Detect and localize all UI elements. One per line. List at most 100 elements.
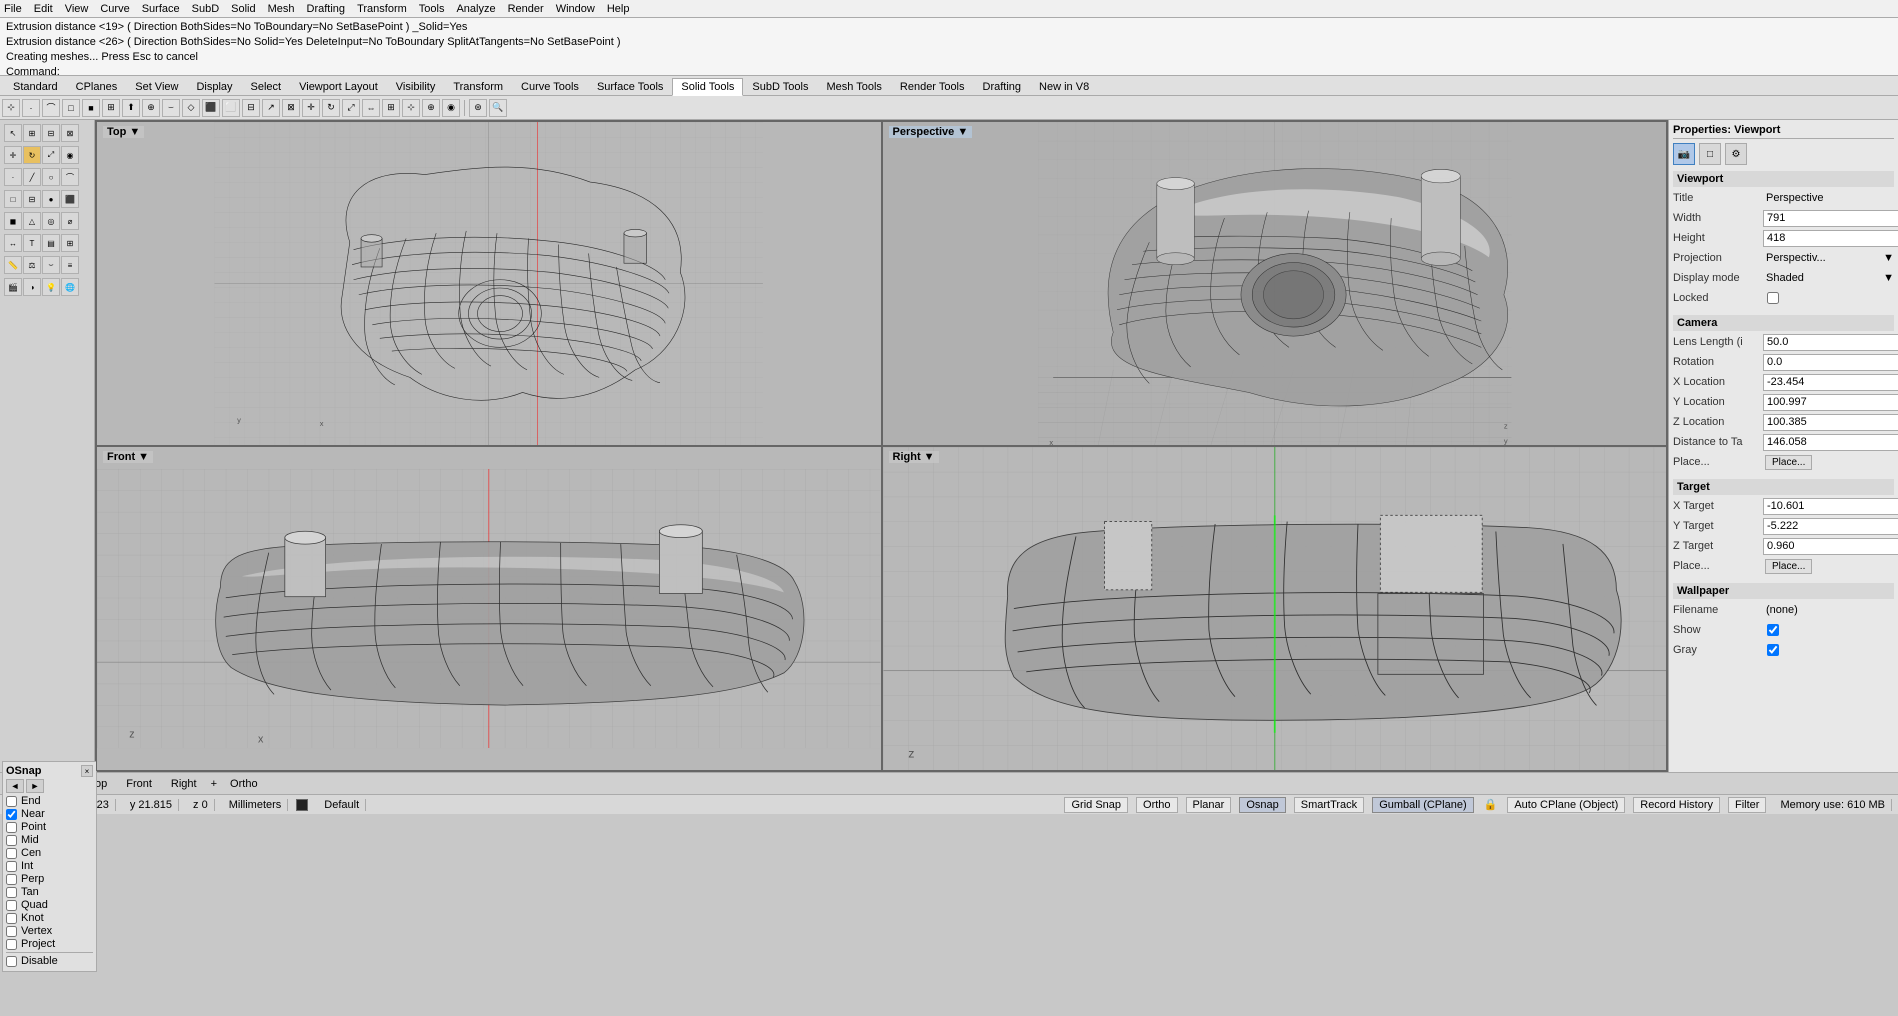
tb-snap[interactable]: ⊹ [402, 99, 420, 117]
mass-props-btn[interactable]: ⚖ [23, 256, 41, 274]
cam-icon-camera[interactable]: 📷 [1673, 143, 1695, 165]
osnap-close-btn[interactable]: × [81, 765, 93, 777]
point-btn[interactable]: · [4, 168, 22, 186]
measure-btn[interactable]: 📏 [4, 256, 22, 274]
menu-view[interactable]: View [65, 3, 89, 15]
osnap-int-check[interactable] [6, 861, 17, 872]
tb-boolean[interactable]: ⊕ [142, 99, 160, 117]
cam-icon-display[interactable]: □ [1699, 143, 1721, 165]
hatch-btn[interactable]: ▤ [42, 234, 60, 252]
tab-solid-tools[interactable]: Solid Tools [672, 78, 743, 96]
tab-mesh-tools[interactable]: Mesh Tools [817, 78, 890, 96]
status-planar-btn[interactable]: Planar [1186, 797, 1232, 813]
osnap-item-mid[interactable]: Mid [6, 834, 93, 846]
viewport-perspective[interactable]: Perspective ▼ [882, 121, 1668, 446]
tab-set-view[interactable]: Set View [126, 78, 187, 96]
status-units[interactable]: Millimeters [223, 799, 289, 811]
polyline-btn[interactable]: ╱ [23, 168, 41, 186]
status-gumball-btn[interactable]: Gumball (CPlane) [1372, 797, 1473, 813]
select-region-btn[interactable]: ⊞ [23, 124, 41, 142]
tab-new-v8[interactable]: New in V8 [1030, 78, 1098, 96]
tb-array[interactable]: ⊞ [382, 99, 400, 117]
status-grid-snap-btn[interactable]: Grid Snap [1064, 797, 1128, 813]
tb-move[interactable]: ✛ [302, 99, 320, 117]
tab-curve-tools[interactable]: Curve Tools [512, 78, 588, 96]
osnap-item-knot[interactable]: Knot [6, 912, 93, 924]
menu-drafting[interactable]: Drafting [307, 3, 346, 15]
menu-mesh[interactable]: Mesh [268, 3, 295, 15]
osnap-item-tan[interactable]: Tan [6, 886, 93, 898]
prop-height-input[interactable] [1763, 230, 1898, 247]
zebra-btn[interactable]: ≡ [61, 256, 79, 274]
viewport-right[interactable]: Right ▼ [882, 446, 1668, 771]
tb-solid[interactable]: ■ [82, 99, 100, 117]
prop-z-target-input[interactable] [1763, 538, 1898, 555]
tb-cplane[interactable]: ⊕ [422, 99, 440, 117]
viewport-right-label[interactable]: Right ▼ [889, 451, 939, 463]
tab-viewport-layout[interactable]: Viewport Layout [290, 78, 387, 96]
deselect-btn[interactable]: ⊟ [42, 124, 60, 142]
vp-tab-add-btn[interactable]: + [211, 778, 217, 790]
prop-rotation-input[interactable] [1763, 354, 1898, 371]
tb-mesh[interactable]: ⊞ [102, 99, 120, 117]
tb-zoom-in[interactable]: 🔍 [489, 99, 507, 117]
box-btn[interactable]: ◼ [4, 212, 22, 230]
text-btn[interactable]: T [23, 234, 41, 252]
tab-visibility[interactable]: Visibility [387, 78, 445, 96]
tb-extract[interactable]: ↗ [262, 99, 280, 117]
osnap-near-check[interactable] [6, 809, 17, 820]
dim-btn[interactable]: ↔ [4, 234, 22, 252]
render-btn[interactable]: 🎬 [4, 278, 22, 296]
menu-surface[interactable]: Surface [142, 3, 180, 15]
tab-select[interactable]: Select [242, 78, 291, 96]
status-smarttrack-btn[interactable]: SmartTrack [1294, 797, 1364, 813]
tb-fillet[interactable]: ⌣ [162, 99, 180, 117]
cylinder-btn[interactable]: ⬛ [61, 190, 79, 208]
osnap-perp-check[interactable] [6, 874, 17, 885]
select-all-btn[interactable]: ⊠ [61, 124, 79, 142]
osnap-item-quad[interactable]: Quad [6, 899, 93, 911]
menu-curve[interactable]: Curve [100, 3, 129, 15]
tb-chamfer[interactable]: ◇ [182, 99, 200, 117]
tab-cplanes[interactable]: CPlanes [67, 78, 127, 96]
tb-extrude[interactable]: ⬆ [122, 99, 140, 117]
prop-z-location-input[interactable] [1763, 414, 1898, 431]
tb-surface[interactable]: □ [62, 99, 80, 117]
tab-subd-tools[interactable]: SubD Tools [743, 78, 817, 96]
cone-btn[interactable]: △ [23, 212, 41, 230]
menu-file[interactable]: File [4, 3, 22, 15]
viewport-perspective-label[interactable]: Perspective ▼ [889, 126, 973, 138]
osnap-knot-check[interactable] [6, 913, 17, 924]
tab-surface-tools[interactable]: Surface Tools [588, 78, 672, 96]
prop-width-input[interactable] [1763, 210, 1898, 227]
prop-x-location-input[interactable] [1763, 374, 1898, 391]
light-btn[interactable]: 💡 [42, 278, 60, 296]
osnap-item-project[interactable]: Project [6, 938, 93, 950]
tb-mirror[interactable]: ⇔ [362, 99, 380, 117]
prop-x-target-input[interactable] [1763, 498, 1898, 515]
menu-transform[interactable]: Transform [357, 3, 407, 15]
tab-transform[interactable]: Transform [444, 78, 512, 96]
tb-gumball[interactable]: ◉ [442, 99, 460, 117]
status-osnap-btn[interactable]: Osnap [1239, 797, 1285, 813]
status-color-label[interactable]: Default [318, 799, 366, 811]
prop-show-check[interactable] [1767, 624, 1779, 636]
material-btn[interactable]: ◑ [23, 278, 41, 296]
prop-locked-check[interactable] [1767, 292, 1779, 304]
curvature-btn[interactable]: ⌣ [42, 256, 60, 274]
surface-btn[interactable]: □ [4, 190, 22, 208]
prop-lens-input[interactable] [1763, 334, 1898, 351]
pipe-btn[interactable]: ⌀ [61, 212, 79, 230]
prop-display-mode-dropdown-icon[interactable]: ▼ [1883, 272, 1894, 284]
menu-subd[interactable]: SubD [192, 3, 220, 15]
scale-tool[interactable]: ⤢ [42, 146, 60, 164]
menu-solid[interactable]: Solid [231, 3, 255, 15]
block-btn[interactable]: ⊞ [61, 234, 79, 252]
osnap-prev-btn[interactable]: ◄ [6, 779, 24, 793]
osnap-item-near[interactable]: Near [6, 808, 93, 820]
move-tool[interactable]: ✛ [4, 146, 22, 164]
status-filter-btn[interactable]: Filter [1728, 797, 1766, 813]
menu-help[interactable]: Help [607, 3, 630, 15]
tb-shell[interactable]: ⬜ [222, 99, 240, 117]
arc-btn[interactable]: ⌒ [61, 168, 79, 186]
